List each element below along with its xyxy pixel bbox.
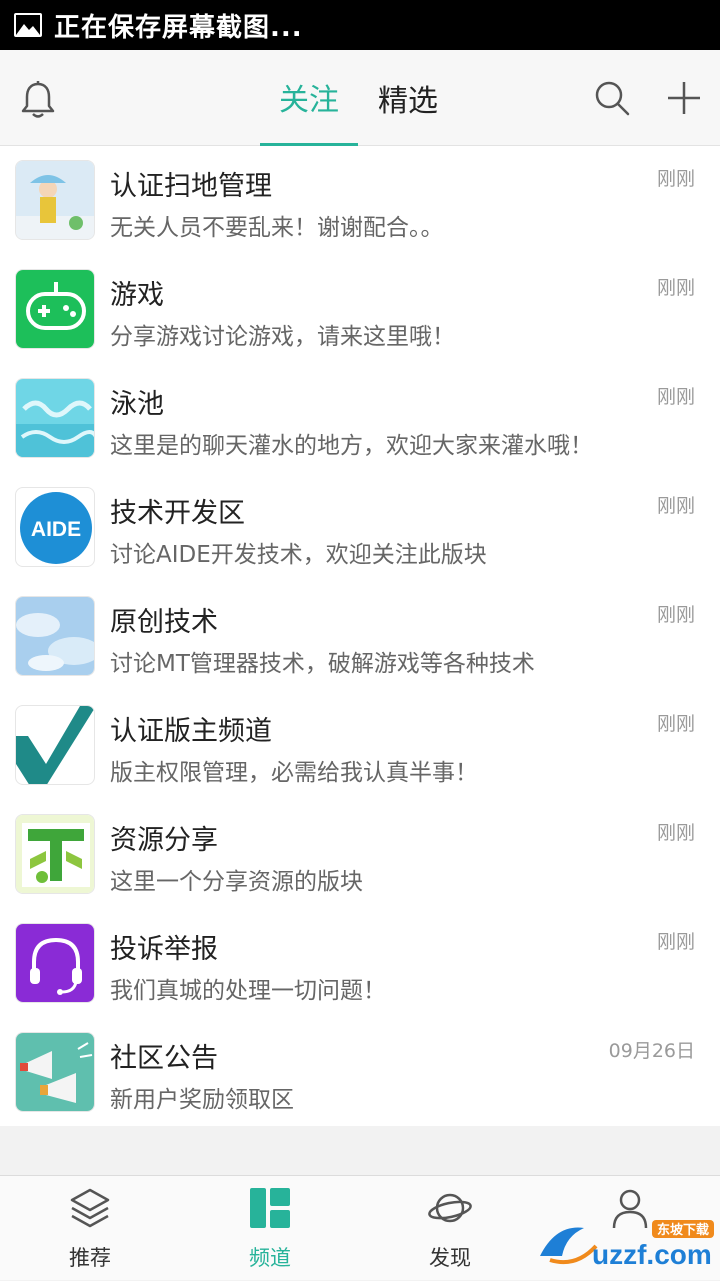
channel-list: 认证扫地管理 无关人员不要乱来！谢谢配合。。 刚刚 游戏 分享游戏讨论游戏，请来… — [0, 146, 720, 1126]
channel-title: 投诉举报 — [110, 934, 218, 965]
nav-recommend[interactable]: 推荐 — [0, 1176, 180, 1281]
header-tabs: 关注 精选 — [260, 50, 458, 146]
nav-label: 推荐 — [69, 1246, 111, 1270]
bell-icon[interactable] — [20, 80, 56, 120]
channel-title: 认证扫地管理 — [110, 171, 272, 202]
tab-following[interactable]: 关注 — [260, 50, 358, 146]
aide-logo: AIDE — [15, 487, 95, 567]
status-bar: 正在保存屏幕截图... — [0, 0, 720, 50]
add-icon[interactable] — [664, 78, 704, 118]
list-item[interactable]: 游戏 分享游戏讨论游戏，请来这里哦！ 刚刚 — [0, 255, 720, 364]
channel-time: 刚刚 — [656, 713, 695, 735]
channel-desc: 版主权限管理，必需给我认真半事！ — [110, 760, 478, 786]
channel-time: 刚刚 — [656, 495, 695, 517]
watermark-logo: 东坡下载 uzzf.com — [536, 1216, 716, 1272]
channel-time: 09月26日 — [608, 1040, 695, 1062]
nav-discover[interactable]: 发现 — [360, 1176, 540, 1281]
status-text: 正在保存屏幕截图... — [54, 12, 303, 43]
screenshot-image-icon — [14, 13, 42, 37]
channel-time: 刚刚 — [656, 931, 695, 953]
top-bar: 关注 精选 — [0, 50, 720, 146]
list-item[interactable]: 认证版主频道 版主权限管理，必需给我认真半事！ 刚刚 — [0, 691, 720, 800]
planet-icon — [428, 1186, 472, 1230]
channel-avatar — [15, 160, 95, 240]
channel-desc: 无关人员不要乱来！谢谢配合。。 — [110, 215, 444, 241]
channel-desc: 讨论MT管理器技术，破解游戏等各种技术 — [110, 651, 535, 677]
headset-avatar — [15, 923, 95, 1003]
nav-label: 频道 — [249, 1246, 291, 1270]
channel-time: 刚刚 — [656, 386, 695, 408]
list-item[interactable]: 社区公告 新用户奖励领取区 09月26日 — [0, 1018, 720, 1127]
gamepad-avatar — [15, 269, 95, 349]
list-item[interactable]: AIDE 技术开发区 讨论AIDE开发技术，欢迎关注此版块 刚刚 — [0, 473, 720, 582]
list-item[interactable]: 资源分享 这里一个分享资源的版块 刚刚 — [0, 800, 720, 909]
channel-title: 泳池 — [110, 389, 164, 420]
channel-desc: 新用户奖励领取区 — [110, 1087, 294, 1113]
aide-logo-text: AIDE — [31, 518, 81, 541]
channel-time: 刚刚 — [656, 168, 695, 190]
channel-desc: 这里一个分享资源的版块 — [110, 869, 363, 895]
channel-title: 认证版主频道 — [110, 716, 272, 747]
channel-desc: 这里是的聊天灌水的地方，欢迎大家来灌水哦！ — [110, 433, 593, 459]
list-item[interactable]: 原创技术 讨论MT管理器技术，破解游戏等各种技术 刚刚 — [0, 582, 720, 691]
channel-time: 刚刚 — [656, 604, 695, 626]
channel-title: 资源分享 — [110, 825, 218, 856]
channel-title: 社区公告 — [110, 1043, 218, 1074]
channel-time: 刚刚 — [656, 277, 695, 299]
channel-desc: 我们真城的处理一切问题！ — [110, 978, 386, 1004]
channel-time: 刚刚 — [656, 822, 695, 844]
watermark-sub: 东坡下载 — [657, 1222, 709, 1237]
tab-featured[interactable]: 精选 — [358, 50, 458, 146]
grid-icon — [248, 1186, 292, 1230]
list-item[interactable]: 认证扫地管理 无关人员不要乱来！谢谢配合。。 刚刚 — [0, 146, 720, 255]
checkmark-avatar — [15, 705, 95, 785]
channel-title: 游戏 — [110, 280, 164, 311]
nav-label: 发现 — [429, 1246, 471, 1270]
watermark-text: uzzf.com — [592, 1239, 712, 1270]
layers-icon — [68, 1186, 112, 1230]
channel-avatar — [15, 814, 95, 894]
channel-title: 原创技术 — [110, 607, 218, 638]
channel-desc: 讨论AIDE开发技术，欢迎关注此版块 — [110, 542, 487, 568]
channel-desc: 分享游戏讨论游戏，请来这里哦！ — [110, 324, 455, 350]
nav-channel[interactable]: 频道 — [180, 1176, 360, 1281]
search-icon[interactable] — [592, 78, 632, 118]
list-item[interactable]: 泳池 这里是的聊天灌水的地方，欢迎大家来灌水哦！ 刚刚 — [0, 364, 720, 473]
list-item[interactable]: 投诉举报 我们真城的处理一切问题！ 刚刚 — [0, 909, 720, 1018]
channel-title: 技术开发区 — [110, 498, 245, 529]
channel-avatar — [15, 596, 95, 676]
channel-avatar — [15, 378, 95, 458]
megaphone-avatar — [15, 1032, 95, 1112]
